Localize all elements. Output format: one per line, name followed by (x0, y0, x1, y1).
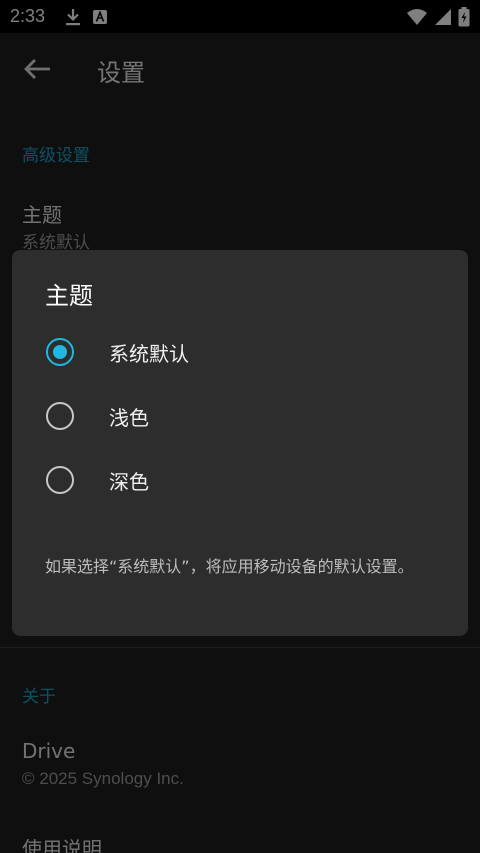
theme-dialog: 主题 系统默认 浅色 深色 如果选择“系统默认”，将应用移动设备的默认设置。 (12, 250, 468, 636)
theme-option-dark[interactable]: 深色 (12, 448, 468, 512)
dialog-note: 如果选择“系统默认”，将应用移动设备的默认设置。 (45, 557, 414, 576)
theme-option-system-default[interactable]: 系统默认 (12, 320, 468, 384)
option-label: 深色 (109, 469, 149, 494)
option-label: 浅色 (109, 405, 149, 430)
radio-unchecked-icon[interactable] (46, 466, 74, 494)
dialog-title: 主题 (45, 282, 93, 310)
option-label: 系统默认 (109, 341, 189, 366)
radio-checked-icon[interactable] (46, 338, 74, 366)
theme-option-light[interactable]: 浅色 (12, 384, 468, 448)
radio-unchecked-icon[interactable] (46, 402, 74, 430)
